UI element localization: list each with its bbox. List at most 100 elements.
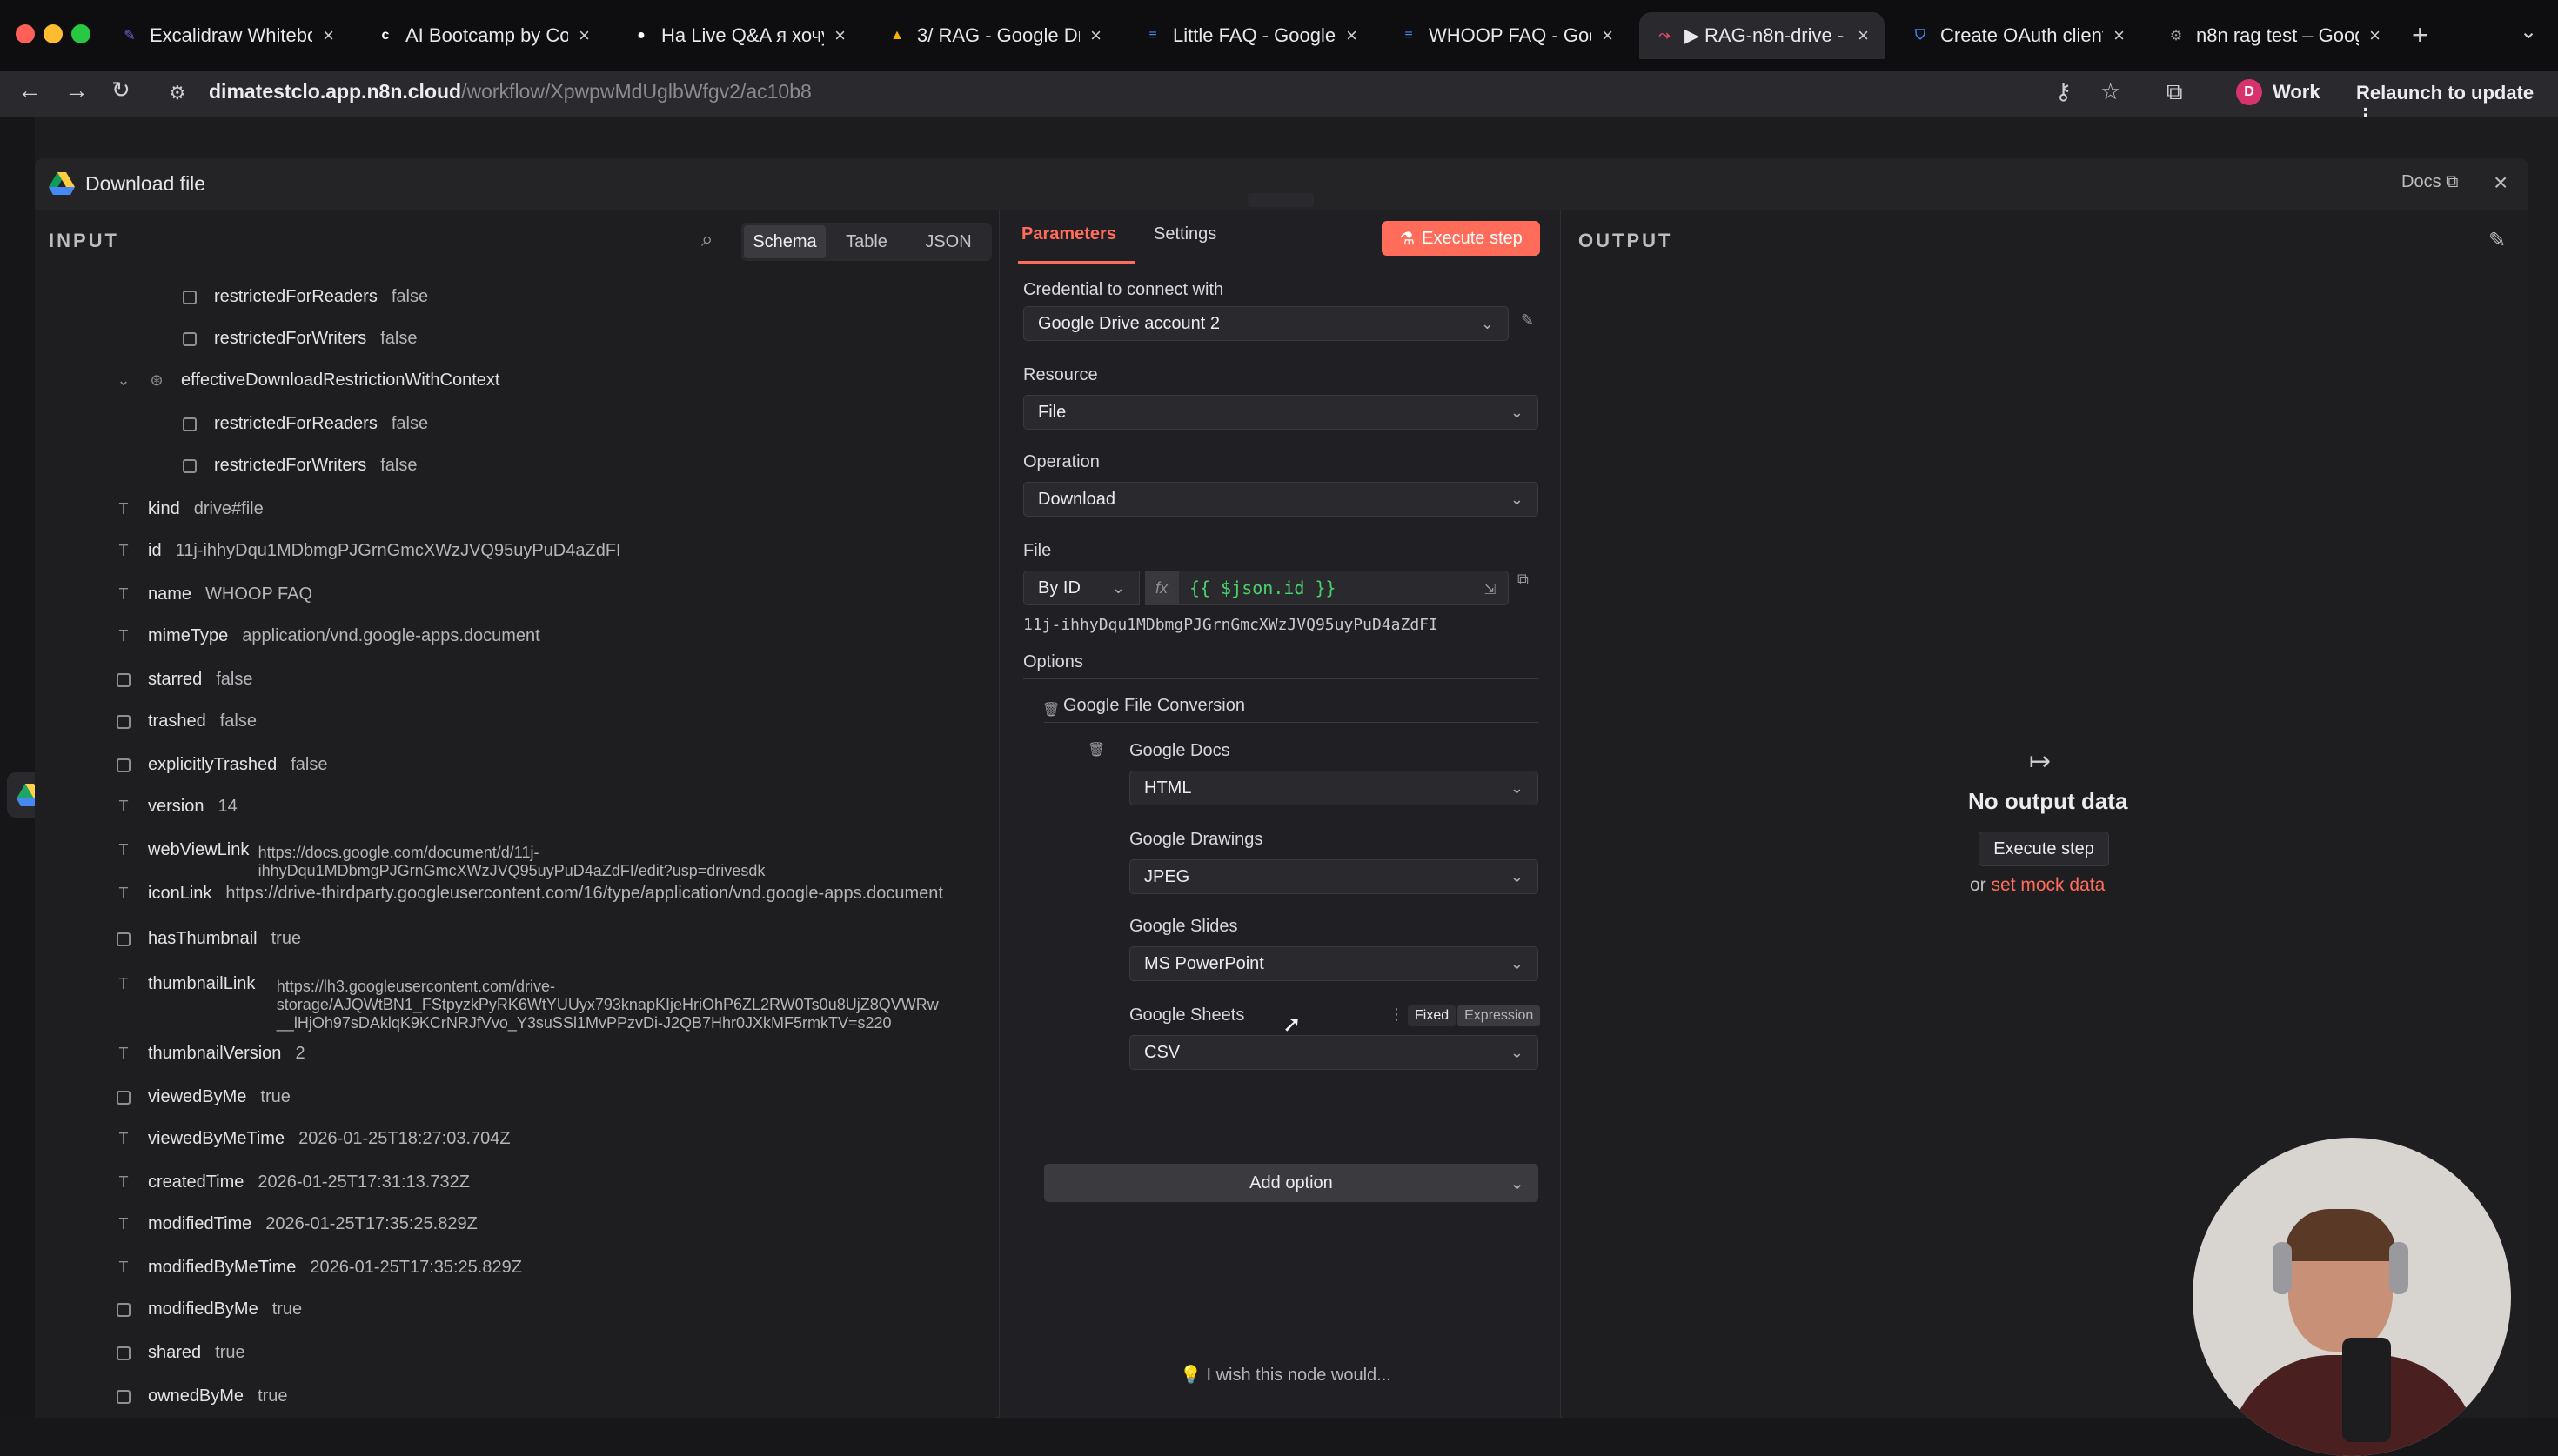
google-docs-format-select[interactable]: HTML ⌄	[1129, 771, 1538, 805]
chevron-down-icon[interactable]: ⌄	[113, 371, 134, 390]
tab-table[interactable]: Table	[826, 225, 907, 258]
site-settings-icon[interactable]: ⚙	[169, 82, 186, 104]
tab-parameters[interactable]: Parameters	[1021, 224, 1116, 244]
schema-row[interactable]: TviewedByMeTime 2026-01-25T18:27:03.704Z	[113, 1129, 511, 1149]
close-window-button[interactable]	[16, 24, 35, 43]
back-icon[interactable]: ←	[17, 77, 42, 104]
browser-tab[interactable]: ● На Live Q&A я хочу п ×	[616, 12, 861, 59]
panel-drag-handle[interactable]	[1248, 193, 1314, 207]
expression-option[interactable]: Expression	[1457, 1005, 1541, 1026]
schema-row[interactable]: Tname WHOOP FAQ	[113, 584, 313, 604]
browser-tab[interactable]: ✎ Excalidraw Whiteboa ×	[104, 12, 350, 59]
expand-expression-icon[interactable]: ⇲	[1484, 581, 1496, 598]
credential-label: Credential to connect with	[1023, 280, 1224, 299]
schema-row[interactable]: TmodifiedTime 2026-01-25T17:35:25.829Z	[113, 1214, 478, 1234]
operation-label: Operation	[1023, 452, 1100, 471]
schema-row[interactable]: TwebViewLink	[113, 840, 250, 860]
schema-row[interactable]: TiconLink https://drive-thirdparty.google…	[113, 884, 943, 904]
boolean-type-icon	[117, 714, 131, 729]
tab-settings[interactable]: Settings	[1154, 224, 1216, 244]
close-tab-icon[interactable]: ×	[1090, 24, 1102, 47]
schema-row[interactable]: restrictedForWriters false	[179, 329, 417, 349]
browser-tab[interactable]: ⤳ ▶ RAG-n8n-drive - n ×	[1639, 12, 1885, 59]
edit-output-icon[interactable]: ✎	[2488, 228, 2506, 253]
close-tab-icon[interactable]: ×	[579, 24, 590, 47]
url-field[interactable]: dimatestclo.app.n8n.cloud/workflow/Xpwpw…	[209, 80, 812, 104]
close-tab-icon[interactable]: ×	[1346, 24, 1357, 47]
profile-button[interactable]: D Work	[2236, 77, 2320, 108]
schema-row[interactable]: Tkind drive#file	[113, 499, 264, 519]
password-key-icon[interactable]: ⚷	[2055, 78, 2072, 105]
extensions-icon[interactable]: ⧉	[2166, 78, 2183, 106]
fixed-option[interactable]: Fixed	[1408, 1005, 1456, 1026]
file-id-expression-input[interactable]: {{ $json.id }}	[1178, 571, 1509, 605]
schema-row[interactable]: starred false	[113, 670, 253, 690]
google-drawings-format-select[interactable]: JPEG ⌄	[1129, 859, 1538, 894]
schema-row[interactable]: Tid 11j-ihhyDqu1MDbmgPJGrnGmcXWzJVQ95uyPu…	[113, 541, 621, 561]
conversion-label: Google File Conversion	[1063, 696, 1245, 715]
schema-row[interactable]: Tversion 14	[113, 797, 238, 817]
schema-row[interactable]: ownedByMe true	[113, 1386, 288, 1406]
close-icon[interactable]: ×	[2494, 169, 2508, 197]
schema-row[interactable]: TthumbnailLink	[113, 974, 256, 994]
edit-credential-icon[interactable]: ✎	[1521, 311, 1534, 330]
google-slides-format-select[interactable]: MS PowerPoint ⌄	[1129, 946, 1538, 981]
close-tab-icon[interactable]: ×	[2113, 24, 2125, 47]
execute-step-button[interactable]: ⚗ Execute step	[1382, 221, 1540, 256]
schema-row[interactable]: modifiedByMe true	[113, 1299, 302, 1319]
close-tab-icon[interactable]: ×	[1858, 24, 1869, 47]
set-mock-data-link[interactable]: set mock data	[1992, 875, 2106, 895]
string-type-icon: T	[118, 1173, 129, 1191]
schema-row[interactable]: explicitlyTrashed false	[113, 755, 327, 775]
schema-row[interactable]: shared true	[113, 1343, 245, 1363]
operation-select[interactable]: Download ⌄	[1023, 482, 1538, 517]
tab-json[interactable]: JSON	[907, 225, 989, 258]
schema-row[interactable]: viewedByMe true	[113, 1087, 291, 1107]
browser-tab[interactable]: ≡ WHOOP FAQ - Googl ×	[1383, 12, 1629, 59]
close-tab-icon[interactable]: ×	[2369, 24, 2381, 47]
new-tab-button[interactable]: +	[2412, 19, 2428, 51]
google-sheets-format-select[interactable]: CSV ⌄	[1129, 1035, 1538, 1070]
schema-row[interactable]: restrictedForReaders false	[179, 414, 428, 434]
schema-row[interactable]: restrictedForWriters false	[179, 456, 417, 476]
close-tab-icon[interactable]: ×	[1602, 24, 1613, 47]
browser-tab[interactable]: c AI Bootcamp by Com ×	[360, 12, 606, 59]
feedback-link[interactable]: 💡 I wish this node would...	[1180, 1364, 1391, 1386]
trash-icon[interactable]: 🗑	[1042, 701, 1060, 718]
docs-link[interactable]: Docs ⧉	[2401, 172, 2458, 192]
close-tab-icon[interactable]: ×	[834, 24, 846, 47]
schema-row[interactable]: hasThumbnail true	[113, 929, 301, 949]
schema-row[interactable]: TthumbnailVersion 2	[113, 1044, 305, 1064]
schema-row[interactable]: restrictedForReaders false	[179, 287, 428, 307]
reload-icon[interactable]: ↻	[111, 77, 131, 104]
trash-icon[interactable]: 🗑	[1088, 741, 1105, 758]
close-tab-icon[interactable]: ×	[323, 24, 334, 47]
forward-icon[interactable]: →	[64, 77, 89, 104]
credential-select[interactable]: Google Drive account 2 ⌄	[1023, 306, 1509, 341]
schema-row[interactable]: trashed false	[113, 711, 257, 731]
search-icon[interactable]: ⌕	[701, 228, 713, 252]
more-options-icon[interactable]: ⋮	[1389, 1005, 1404, 1024]
schema-row[interactable]: TcreatedTime 2026-01-25T17:31:13.732Z	[113, 1172, 470, 1192]
browser-tab[interactable]: ▲ 3/ RAG - Google Driv ×	[872, 12, 1117, 59]
add-option-button[interactable]: Add option ⌄	[1044, 1164, 1538, 1202]
string-type-icon: T	[118, 585, 129, 603]
tab-schema[interactable]: Schema	[744, 225, 826, 258]
schema-row[interactable]: TmimeType application/vnd.google-apps.doc…	[113, 626, 540, 646]
open-file-link-icon[interactable]: ⧉	[1517, 571, 1529, 589]
bookmark-star-icon[interactable]: ☆	[2100, 78, 2120, 105]
browser-tab[interactable]: ≡ Little FAQ - Google D ×	[1128, 12, 1373, 59]
output-execute-step-button[interactable]: Execute step	[1979, 832, 2109, 866]
schema-value: 2026-01-25T17:35:25.829Z	[310, 1258, 522, 1277]
minimize-window-button[interactable]	[44, 24, 63, 43]
schema-value: true	[258, 1386, 288, 1406]
browser-tab[interactable]: ⛉ Create OAuth client I ×	[1895, 12, 2140, 59]
tab-search-icon[interactable]: ⌄	[2520, 19, 2537, 44]
browser-tab[interactable]: ⚙ n8n rag test – Googl ×	[2151, 12, 2396, 59]
schema-row[interactable]: ⌄ ⊛ effectiveDownloadRestrictionWithContex…	[113, 371, 499, 391]
file-mode-select[interactable]: By ID ⌄	[1023, 571, 1140, 605]
schema-row[interactable]: TmodifiedByMeTime 2026-01-25T17:35:25.829…	[113, 1258, 522, 1278]
chevron-down-icon: ⌄	[1480, 314, 1494, 332]
maximize-window-button[interactable]	[71, 24, 90, 43]
resource-select[interactable]: File ⌄	[1023, 395, 1538, 430]
